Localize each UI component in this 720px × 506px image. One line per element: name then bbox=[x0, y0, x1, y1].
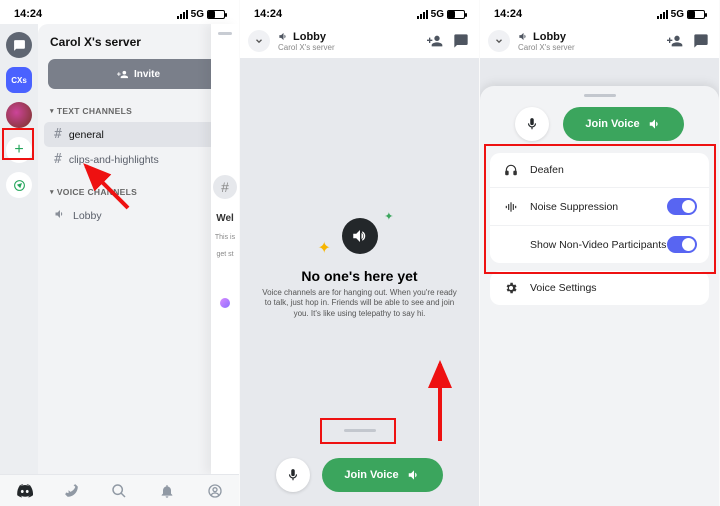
channel-clips[interactable]: # clips-and-highlights bbox=[38, 147, 239, 172]
speaker-icon bbox=[648, 117, 662, 131]
channel-general[interactable]: # general bbox=[44, 122, 233, 147]
channel-preview-peek[interactable]: # Wel This is get st bbox=[211, 24, 239, 474]
invite-icon bbox=[117, 69, 128, 80]
mic-button[interactable] bbox=[276, 458, 310, 492]
network-label: 5G bbox=[191, 9, 204, 20]
deafen-row[interactable]: Deafen bbox=[490, 153, 709, 187]
chat-icon[interactable] bbox=[693, 33, 709, 49]
lobby-subtitle: Carol X's server bbox=[278, 43, 335, 52]
sparkle-icon: ✦ bbox=[384, 210, 393, 223]
battery-icon bbox=[447, 10, 465, 19]
invite-button[interactable]: Invite bbox=[48, 59, 229, 89]
hash-icon: # bbox=[54, 152, 62, 167]
text-channels-header[interactable]: ▾TEXT CHANNELS + bbox=[38, 99, 239, 122]
voice-settings-row[interactable]: Voice Settings bbox=[490, 271, 709, 305]
mic-button[interactable] bbox=[515, 107, 549, 141]
speaker-icon bbox=[407, 468, 421, 482]
bottom-nav bbox=[0, 474, 239, 506]
server-rail: CXs + bbox=[0, 24, 38, 474]
status-bar: 14:24 5G bbox=[480, 0, 719, 24]
phone-1-server-channels: 14:24 5G CXs + Carol X's bbox=[0, 0, 240, 506]
voice-channels-header[interactable]: ▾VOICE CHANNELS + bbox=[38, 180, 239, 203]
signal-icon bbox=[417, 10, 428, 19]
battery-icon bbox=[207, 10, 225, 19]
sparkle-icon: ✦ bbox=[318, 238, 331, 258]
server-name[interactable]: Carol X's server bbox=[50, 35, 141, 49]
status-time: 14:24 bbox=[254, 8, 282, 20]
speaker-icon bbox=[54, 208, 66, 223]
collapse-button[interactable] bbox=[248, 30, 270, 52]
signal-icon bbox=[657, 10, 668, 19]
empty-subtitle: Voice channels are for hanging out. When… bbox=[240, 284, 479, 319]
add-people-icon[interactable] bbox=[667, 33, 683, 49]
status-time: 14:24 bbox=[494, 8, 522, 20]
join-voice-button[interactable]: Join Voice bbox=[563, 107, 683, 141]
lobby-header: Lobby Carol X's server bbox=[480, 24, 719, 58]
drag-handle-icon[interactable] bbox=[584, 94, 616, 97]
chat-icon[interactable] bbox=[453, 33, 469, 49]
signal-icon bbox=[177, 10, 188, 19]
empty-title: No one's here yet bbox=[301, 268, 417, 284]
phone-3-lobby-sheet: 14:24 5G Lobby Carol X's server bbox=[480, 0, 720, 506]
nonvideo-toggle[interactable] bbox=[667, 236, 697, 253]
speaker-large-icon bbox=[342, 218, 378, 254]
battery-icon bbox=[687, 10, 705, 19]
dm-icon[interactable] bbox=[6, 32, 32, 58]
server-avatar[interactable] bbox=[6, 102, 32, 128]
server-cx[interactable]: CXs bbox=[6, 67, 32, 93]
speaker-icon bbox=[518, 31, 529, 42]
lobby-header: Lobby Carol X's server bbox=[240, 24, 479, 58]
status-bar: 14:24 5G bbox=[240, 0, 479, 24]
status-time: 14:24 bbox=[14, 8, 42, 20]
nav-notifications-icon[interactable] bbox=[158, 482, 176, 500]
soundwave-icon bbox=[502, 200, 520, 214]
nav-friends-icon[interactable] bbox=[63, 482, 81, 500]
nav-profile-icon[interactable] bbox=[206, 482, 224, 500]
empty-state: ✦ ✦ No one's here yet Voice channels are… bbox=[240, 218, 479, 319]
add-people-icon[interactable] bbox=[427, 33, 443, 49]
channel-lobby[interactable]: Lobby bbox=[38, 203, 239, 228]
lobby-title: Lobby bbox=[533, 31, 566, 43]
network-label: 5G bbox=[431, 9, 444, 20]
headphones-icon bbox=[502, 163, 520, 177]
hash-icon: # bbox=[54, 127, 62, 142]
gear-icon bbox=[502, 281, 520, 295]
status-bar: 14:24 5G bbox=[0, 0, 239, 24]
speaker-icon bbox=[278, 31, 289, 42]
peek-hash-icon: # bbox=[213, 175, 237, 199]
channel-panel: Carol X's server ••• Invite ▾TEXT CHANNE… bbox=[38, 24, 239, 474]
voice-settings-card: Voice Settings bbox=[490, 271, 709, 305]
phone-2-lobby-empty: 14:24 5G Lobby Carol X's server bbox=[240, 0, 480, 506]
voice-options-card: Deafen Noise Suppression Show Non-Video … bbox=[490, 153, 709, 263]
add-server-button[interactable]: + bbox=[6, 137, 32, 163]
collapse-button[interactable] bbox=[488, 30, 510, 52]
nonvideo-row[interactable]: Show Non-Video Participants bbox=[490, 225, 709, 263]
drag-handle-icon[interactable] bbox=[344, 429, 376, 432]
lobby-title: Lobby bbox=[293, 31, 326, 43]
voice-options-sheet: Join Voice Deafen bbox=[480, 86, 719, 506]
noise-toggle[interactable] bbox=[667, 198, 697, 215]
nav-discord-icon[interactable] bbox=[15, 482, 33, 500]
nav-search-icon[interactable] bbox=[110, 482, 128, 500]
network-label: 5G bbox=[671, 9, 684, 20]
noise-suppression-row[interactable]: Noise Suppression bbox=[490, 187, 709, 225]
discover-icon[interactable] bbox=[6, 172, 32, 198]
lobby-subtitle: Carol X's server bbox=[518, 43, 575, 52]
drag-handle-icon[interactable] bbox=[218, 32, 232, 35]
join-voice-button[interactable]: Join Voice bbox=[322, 458, 442, 492]
